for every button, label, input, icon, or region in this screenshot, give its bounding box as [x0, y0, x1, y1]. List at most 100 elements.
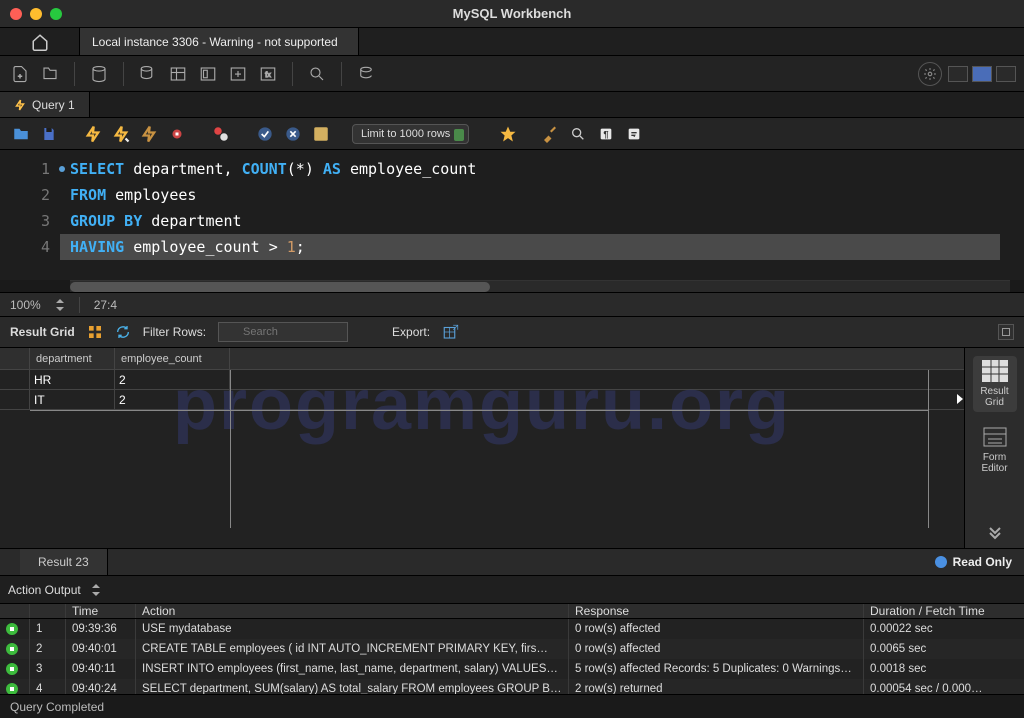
star-icon	[499, 125, 517, 143]
column-header-department[interactable]: department	[30, 348, 115, 369]
window-maximize[interactable]	[50, 8, 62, 20]
ao-header-response[interactable]: Response	[569, 604, 864, 618]
status-bar: Query Completed	[0, 694, 1024, 718]
action-output-body[interactable]: 109:39:36USE mydatabase0 row(s) affected…	[0, 619, 1024, 694]
action-output-row[interactable]: 109:39:36USE mydatabase0 row(s) affected…	[0, 619, 1024, 639]
explain-button[interactable]	[138, 123, 160, 145]
home-tab[interactable]	[0, 28, 80, 55]
create-procedure-button[interactable]	[226, 62, 250, 86]
invisible-chars-button[interactable]: ¶	[595, 123, 617, 145]
right-panel-toggle[interactable]	[996, 66, 1016, 82]
folder-open-icon	[41, 65, 59, 83]
filter-rows-label: Filter Rows:	[143, 325, 206, 339]
filter-rows-input[interactable]	[218, 322, 348, 342]
folder-icon	[12, 125, 30, 143]
action-output-label: Action Output	[8, 583, 81, 597]
action-output-dropdown[interactable]: Action Output	[8, 583, 101, 597]
refresh-icon[interactable]	[115, 324, 131, 340]
execute-button[interactable]	[82, 123, 104, 145]
connection-tab[interactable]: Local instance 3306 - Warning - not supp…	[80, 28, 359, 55]
rollback-button[interactable]	[282, 123, 304, 145]
status-text: Query Completed	[10, 700, 104, 714]
create-function-button[interactable]: fx	[256, 62, 280, 86]
settings-button[interactable]	[918, 62, 942, 86]
reconnect-icon	[357, 65, 375, 83]
inspector-button[interactable]	[87, 62, 111, 86]
action-output-row[interactable]: 409:40:24SELECT department, SUM(salary) …	[0, 679, 1024, 694]
action-output-header-row: Time Action Response Duration / Fetch Ti…	[0, 604, 1024, 619]
table-row[interactable]: IT2	[0, 390, 964, 410]
titlebar: MySQL Workbench	[0, 0, 1024, 28]
sql-editor[interactable]: 1 2 3 4 SELECT department, COUNT(*) AS e…	[0, 150, 1024, 280]
maximize-result-button[interactable]	[998, 324, 1014, 340]
toggle-no-limit-button[interactable]	[210, 123, 232, 145]
read-only-indicator: Read Only	[935, 555, 1012, 569]
editor-code[interactable]: SELECT department, COUNT(*) AS employee_…	[60, 150, 1024, 280]
paragraph-icon: ¶	[598, 126, 614, 142]
row-limit-select[interactable]: Limit to 1000 rows	[352, 124, 469, 144]
connection-tabbar: Local instance 3306 - Warning - not supp…	[0, 28, 1024, 56]
favorite-button[interactable]	[497, 123, 519, 145]
editor-gutter: 1 2 3 4	[0, 150, 60, 280]
result-tab[interactable]: Result 23	[20, 549, 108, 575]
result-grid-view-button[interactable]: Result Grid	[973, 356, 1017, 412]
execute-current-button[interactable]	[110, 123, 132, 145]
stepper-icon[interactable]	[55, 298, 65, 312]
open-file-button[interactable]	[10, 123, 32, 145]
column-header-employee-count[interactable]: employee_count	[115, 348, 230, 369]
window-minimize[interactable]	[30, 8, 42, 20]
bottom-panel-toggle[interactable]	[972, 66, 992, 82]
chevron-down-icon[interactable]	[986, 526, 1004, 540]
view-icon	[199, 65, 217, 83]
gear-icon	[923, 67, 937, 81]
procedure-icon	[229, 65, 247, 83]
main-toolbar: fx	[0, 56, 1024, 92]
action-output-table: Time Action Response Duration / Fetch Ti…	[0, 604, 1024, 694]
export-icon[interactable]	[442, 323, 460, 341]
search-icon	[570, 126, 586, 142]
create-table-button[interactable]	[166, 62, 190, 86]
stop-button[interactable]	[166, 123, 188, 145]
panel-toggle-group	[948, 66, 1016, 82]
find-button[interactable]	[567, 123, 589, 145]
query-tab[interactable]: Query 1	[0, 92, 90, 117]
svg-text:¶: ¶	[604, 129, 609, 139]
table-row[interactable]: HR2	[0, 370, 964, 390]
schema-icon	[139, 65, 157, 83]
file-plus-icon	[11, 65, 29, 83]
result-body[interactable]: programguru.org HR2IT2	[0, 370, 964, 548]
rollback-icon	[285, 126, 301, 142]
ao-header-action[interactable]: Action	[136, 604, 569, 618]
new-sql-tab-button[interactable]	[8, 62, 32, 86]
grid-icon	[982, 360, 1008, 382]
commit-button[interactable]	[254, 123, 276, 145]
ao-header-time[interactable]: Time	[66, 604, 136, 618]
search-icon	[308, 65, 326, 83]
beautify-button[interactable]	[539, 123, 561, 145]
row-limit-label: Limit to 1000 rows	[361, 128, 450, 140]
action-output-select-bar: Action Output	[0, 576, 1024, 604]
connection-tab-label: Local instance 3306 - Warning - not supp…	[92, 35, 338, 49]
action-output-row[interactable]: 209:40:01CREATE TABLE employees ( id INT…	[0, 639, 1024, 659]
result-tabs-bar: Result 23 Read Only	[0, 548, 1024, 576]
save-file-button[interactable]	[38, 123, 60, 145]
search-table-button[interactable]	[305, 62, 329, 86]
editor-h-scroll[interactable]	[70, 280, 1010, 292]
result-grid-view-label: Result Grid	[980, 386, 1008, 408]
reconnect-button[interactable]	[354, 62, 378, 86]
action-output-row[interactable]: 309:40:11INSERT INTO employees (first_na…	[0, 659, 1024, 679]
function-icon: fx	[259, 65, 277, 83]
left-panel-toggle[interactable]	[948, 66, 968, 82]
window-close[interactable]	[10, 8, 22, 20]
create-schema-button[interactable]	[136, 62, 160, 86]
form-editor-view-button[interactable]: Form Editor	[973, 422, 1017, 478]
grid-view-icon[interactable]	[87, 324, 103, 340]
wrap-button[interactable]	[623, 123, 645, 145]
ao-header-duration[interactable]: Duration / Fetch Time	[864, 604, 1024, 618]
export-label: Export:	[392, 325, 430, 339]
autocommit-button[interactable]	[310, 123, 332, 145]
open-sql-button[interactable]	[38, 62, 62, 86]
commit-icon	[257, 126, 273, 142]
create-view-button[interactable]	[196, 62, 220, 86]
result-tab-label: Result 23	[38, 555, 89, 569]
